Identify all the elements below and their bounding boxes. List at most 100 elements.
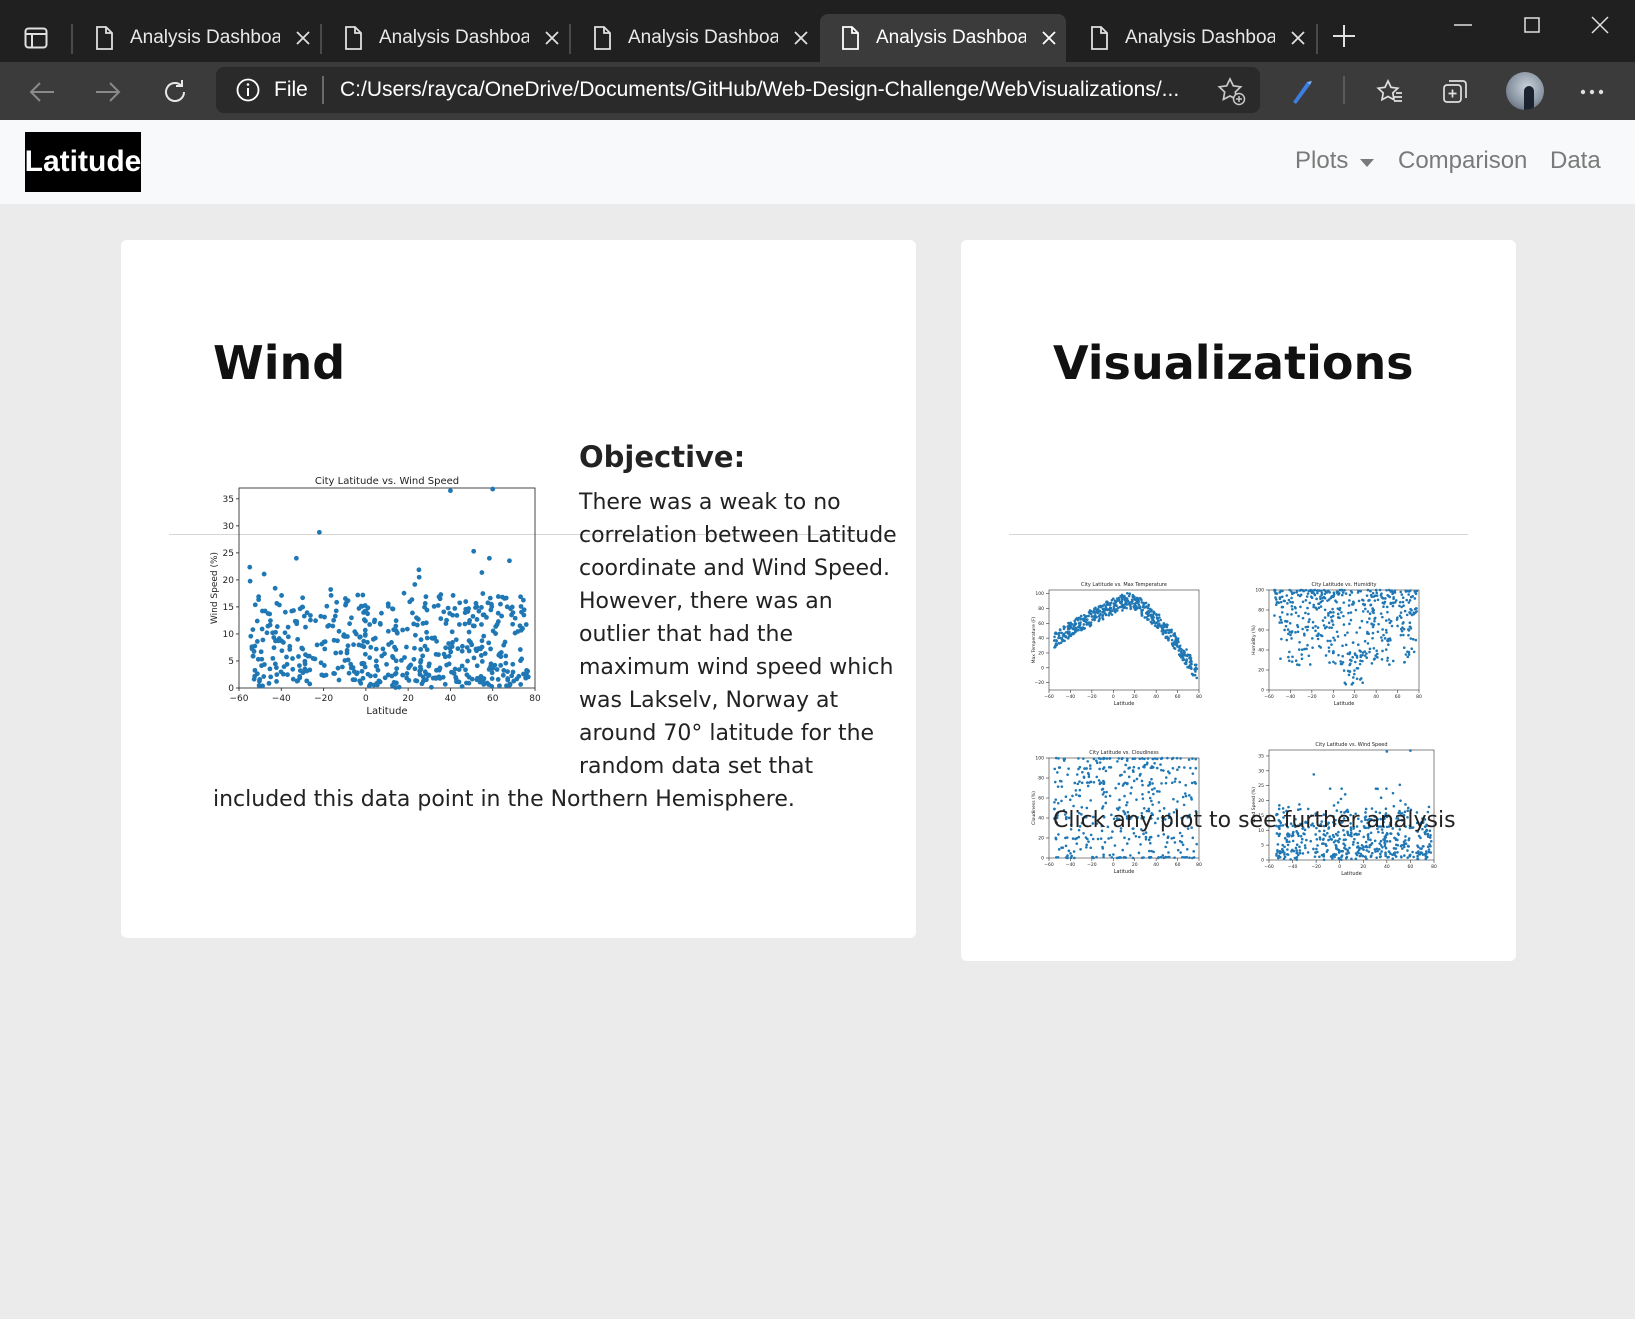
data-point [424,629,429,635]
browser-tab[interactable]: Analysis Dashboard [74,14,320,62]
minimize-icon[interactable] [1443,10,1483,40]
data-point [1336,848,1339,851]
data-point [1082,776,1086,779]
new-tab-icon[interactable] [1330,22,1358,50]
data-point [1353,837,1356,841]
x-tick-label: 80 [1196,862,1202,868]
profile-avatar[interactable] [1506,72,1544,110]
close-window-icon[interactable] [1580,10,1620,40]
data-point [1307,589,1311,593]
humidity-thumbnail[interactable]: City Latitude vs. Humidity −60 −40 −20 0 20 40… [1249,580,1454,730]
browser-tab-active[interactable]: Analysis Dashboard [820,14,1066,62]
data-point [1098,767,1101,771]
data-point [1161,854,1165,857]
data-point [503,653,509,659]
x-tick-label: −20 [1307,694,1317,700]
data-point [442,681,448,687]
nav-plots-dropdown[interactable]: Plots [1295,147,1348,175]
collections-icon[interactable] [1437,74,1473,110]
data-point [1331,614,1335,618]
wind-speed-scatter-plot[interactable]: City Latitude vs. Wind Speed −60 −40 −20 0 20… [209,470,559,740]
browser-tab[interactable]: Analysis Dashboard [1069,14,1315,62]
data-point [1121,757,1124,760]
data-point [1345,855,1349,859]
brand-logo[interactable]: Latitude [25,132,141,192]
document-icon [588,26,616,50]
data-point [1381,601,1385,605]
data-point [393,670,399,676]
data-point [517,647,523,652]
data-point [1117,757,1121,760]
data-point [1080,628,1083,632]
data-point [254,639,260,644]
close-tab-icon[interactable] [790,27,812,49]
nav-data[interactable]: Data [1550,147,1601,175]
data-point [1359,677,1363,680]
caret-down-icon[interactable] [1360,159,1374,167]
favorites-icon[interactable] [1372,74,1408,110]
forward-icon[interactable] [90,74,126,110]
data-point [1387,618,1391,621]
data-point [1103,757,1106,760]
data-point [1188,794,1191,797]
data-point [291,608,296,613]
data-point [1328,591,1331,594]
nav-comparison[interactable]: Comparison [1398,147,1527,175]
data-point [1150,777,1153,781]
address-bar[interactable]: File C:/Users/rayca/OneDrive/Documents/G… [216,67,1260,113]
data-point [1298,594,1302,598]
add-favorite-icon[interactable] [1216,76,1246,106]
data-point [1331,595,1335,599]
data-point [310,656,316,661]
data-point [1293,605,1297,609]
data-point [1279,600,1283,604]
data-point [1147,790,1151,794]
data-point [1062,625,1066,629]
data-point [1191,757,1194,760]
data-point [1364,840,1368,844]
close-tab-icon[interactable] [1287,27,1309,49]
data-point [328,592,334,598]
close-tab-icon[interactable] [1038,27,1060,49]
max-temperature-thumbnail[interactable]: City Latitude vs. Max Temperature −60 −40 −… [1029,580,1234,730]
data-point [1087,775,1091,779]
data-point [1316,591,1319,595]
more-options-icon[interactable] [1574,74,1610,110]
data-point [1298,641,1301,644]
browser-toolbar: File C:/Users/rayca/OneDrive/Documents/G… [0,62,1635,120]
maximize-icon[interactable] [1512,10,1552,40]
extension-icon[interactable] [1283,74,1319,110]
tab-actions-icon[interactable] [20,22,52,54]
data-point [1291,655,1294,659]
close-tab-icon[interactable] [541,27,563,49]
data-point [1300,653,1304,656]
back-icon[interactable] [24,74,60,110]
data-point [1054,756,1058,760]
data-point [365,671,371,677]
y-tick-label: 100 [1255,588,1264,594]
url-text[interactable]: C:/Users/rayca/OneDrive/Documents/GitHub… [340,78,1200,102]
data-point [1113,610,1117,613]
info-icon[interactable] [236,78,260,102]
data-point [1344,643,1348,647]
data-point [1078,623,1082,627]
data-point [444,617,449,623]
data-point [274,624,280,629]
data-point [393,658,399,664]
close-tab-icon[interactable] [292,27,314,49]
refresh-icon[interactable] [157,74,193,110]
y-tick-label: 15 [223,603,234,613]
data-point [1183,766,1186,769]
chart-title: City Latitude vs. Humidity [1312,582,1377,588]
y-tick-label: 20 [1258,668,1264,674]
data-point [1137,851,1141,855]
browser-tab[interactable]: Analysis Dashboard [323,14,569,62]
data-point [1365,594,1369,597]
data-point [1328,626,1331,629]
y-tick-label: 10 [223,630,235,640]
data-point [1351,655,1354,659]
data-point [359,668,365,674]
x-tick-label: 0 [1112,694,1115,700]
browser-tab[interactable]: Analysis Dashboard [572,14,818,62]
data-point [452,666,458,672]
